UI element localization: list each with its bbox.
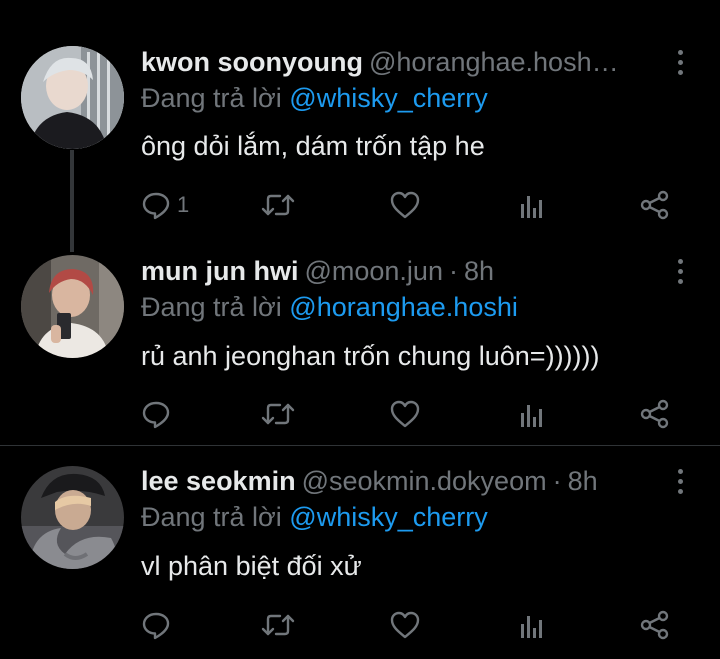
like-button[interactable] [389,608,421,642]
replying-to: Đang trả lời @horanghae.hoshi [141,290,518,324]
retweet-icon [261,194,295,216]
retweet-icon [261,614,295,636]
user-handle[interactable]: @horanghae.hosh… [369,47,619,77]
more-icon[interactable] [676,464,684,498]
tweet[interactable]: kwon soonyoung @horanghae.hosh… Đang trả … [0,0,720,252]
dot-separator: · [552,466,562,496]
reply-icon [142,192,170,220]
tweet-header: kwon soonyoung @horanghae.hosh… [141,45,661,79]
analytics-icon [521,196,542,218]
reply-button[interactable] [141,608,177,642]
tweet-text: ông dỏi lắm, dám trốn tập he [141,131,485,161]
avatar[interactable] [21,255,124,358]
share-button[interactable] [639,397,671,431]
like-icon [390,400,420,428]
mention-link[interactable]: @whisky_cherry [289,83,487,113]
analytics-button[interactable] [517,397,547,431]
reply-icon [142,401,170,429]
share-button[interactable] [639,608,671,642]
analytics-button[interactable] [517,188,547,222]
replying-to: Đang trả lời @whisky_cherry [141,500,488,534]
timestamp[interactable]: 8h [464,256,494,286]
reply-button[interactable]: 1 [141,188,189,222]
display-name[interactable]: mun jun hwi [141,256,298,286]
dot-separator: · [448,256,458,286]
share-button[interactable] [639,188,671,222]
replying-to-label: Đang trả lời [141,83,282,113]
retweet-button[interactable] [261,608,295,642]
like-button[interactable] [389,188,421,222]
reply-button[interactable] [141,397,177,431]
user-handle[interactable]: @seokmin.dokyeom [302,466,547,496]
share-icon [640,399,669,429]
display-name[interactable]: lee seokmin [141,466,296,496]
mention-link[interactable]: @horanghae.hoshi [289,292,518,322]
tweet[interactable]: lee seokmin @seokmin.dokyeom · 8h Đang trả … [0,446,720,659]
tweet-actions: 1 [141,188,681,222]
user-handle[interactable]: @moon.jun [304,256,442,286]
analytics-icon [521,405,542,427]
replying-to-label: Đang trả lời [141,502,282,532]
replying-to: Đang trả lời @whisky_cherry [141,81,488,115]
more-icon[interactable] [676,254,684,288]
retweet-icon [261,403,295,425]
avatar[interactable] [21,466,124,569]
tweet-header: mun jun hwi @moon.jun · 8h [141,254,661,288]
more-icon[interactable] [676,45,684,79]
retweet-button[interactable] [261,397,295,431]
replying-to-label: Đang trả lời [141,292,282,322]
analytics-button[interactable] [517,608,547,642]
retweet-button[interactable] [261,188,295,222]
reply-count: 1 [177,192,190,217]
tweet-actions [141,608,681,642]
tweet-actions [141,397,681,431]
tweet-text: rủ anh jeonghan trốn chung luôn=)))))) [141,341,600,371]
analytics-icon [521,616,542,638]
tweet-text: vl phân biệt đối xử [141,551,362,581]
avatar[interactable] [21,46,124,149]
timestamp[interactable]: 8h [568,466,598,496]
like-icon [390,611,420,639]
tweet-header: lee seokmin @seokmin.dokyeom · 8h [141,464,661,498]
share-icon [640,190,669,220]
like-button[interactable] [389,397,421,431]
like-icon [390,191,420,219]
mention-link[interactable]: @whisky_cherry [289,502,487,532]
tweet[interactable]: mun jun hwi @moon.jun · 8h Đang trả lời @ho… [0,236,720,444]
share-icon [640,610,669,640]
display-name[interactable]: kwon soonyoung [141,47,363,77]
reply-icon [142,612,170,640]
